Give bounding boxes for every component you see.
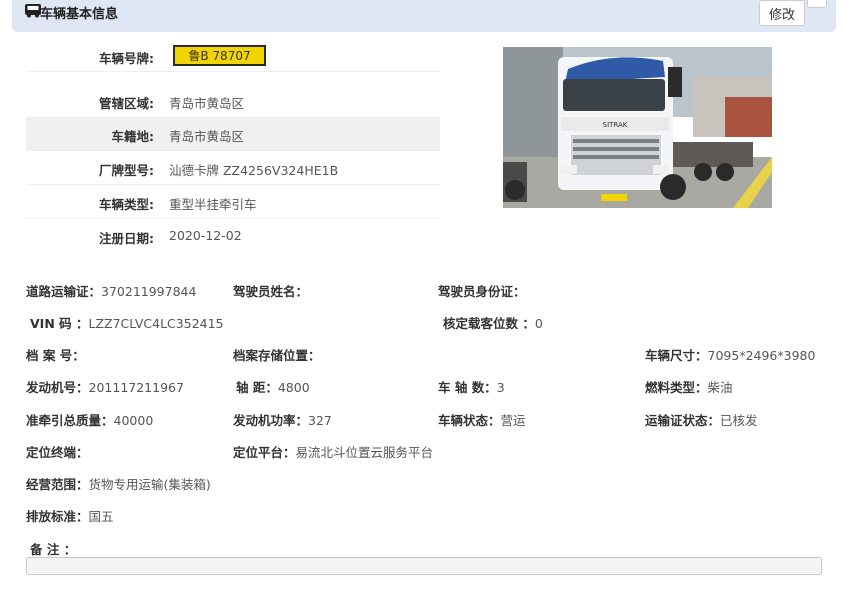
driver-name-field: 驾驶员姓名： bbox=[233, 281, 308, 300]
plate-row: 车辆号牌: 鲁B 78707 bbox=[26, 39, 440, 72]
vehicle-photo: SITRAK bbox=[503, 47, 772, 208]
business-scope-value: 货物专用运输(集装箱) bbox=[88, 477, 211, 492]
edit-button[interactable]: 修改 bbox=[759, 0, 805, 26]
tow-mass-value: 40000 bbox=[113, 413, 154, 428]
fuel-type-field: 燃料类型：柴油 bbox=[645, 377, 733, 396]
emission-label: 排放标准： bbox=[26, 509, 89, 524]
registry-label: 车籍地: bbox=[111, 129, 155, 144]
business-scope-label: 经营范围： bbox=[26, 477, 89, 492]
permit-status-value: 已核发 bbox=[720, 413, 758, 428]
reg-date-value: 2020-12-02 bbox=[169, 228, 242, 243]
axle-count-value: 3 bbox=[496, 380, 505, 395]
wheelbase-field: 轴 距：4800 bbox=[236, 377, 310, 396]
section-title: 车辆基本信息 bbox=[40, 7, 119, 22]
remark-label: 备 注 ： bbox=[30, 542, 77, 557]
archive-location-label: 档案存储位置： bbox=[233, 348, 321, 363]
wheelbase-label: 轴 距： bbox=[236, 380, 278, 395]
gps-platform-field: 定位平台：易流北斗位置云服务平台 bbox=[233, 442, 433, 461]
archive-location-field: 档案存储位置： bbox=[233, 345, 321, 364]
vehicle-status-field: 车辆状态：营运 bbox=[438, 410, 526, 429]
tow-mass-field: 准牵引总质量：40000 bbox=[26, 410, 153, 429]
permit-status-label: 运输证状态： bbox=[645, 413, 721, 428]
vehicle-type-value: 重型半挂牵引车 bbox=[169, 197, 257, 212]
tow-mass-label: 准牵引总质量： bbox=[26, 413, 114, 428]
region-label: 管辖区域: bbox=[99, 96, 154, 111]
registry-value: 青岛市黄岛区 bbox=[169, 129, 245, 144]
extra-button[interactable] bbox=[807, 0, 827, 8]
driver-id-label: 驾驶员身份证： bbox=[438, 284, 526, 299]
engine-power-field: 发动机功率：327 bbox=[233, 410, 332, 429]
photo-brand-text: SITRAK bbox=[603, 121, 628, 129]
axle-count-field: 车 轴 数：3 bbox=[438, 377, 505, 396]
driver-id-field: 驾驶员身份证： bbox=[438, 281, 526, 300]
gps-platform-value: 易流北斗位置云服务平台 bbox=[295, 445, 434, 460]
fuel-type-value: 柴油 bbox=[707, 380, 733, 395]
seats-label: 核定载客位数 ： bbox=[443, 316, 535, 331]
axle-count-label: 车 轴 数： bbox=[438, 380, 497, 395]
emission-field: 排放标准：国五 bbox=[26, 506, 114, 525]
model-value: 汕德卡牌 ZZ4256V324HE1B bbox=[169, 163, 339, 178]
emission-value: 国五 bbox=[88, 509, 114, 524]
model-label: 厂牌型号: bbox=[99, 163, 154, 178]
region-value: 青岛市黄岛区 bbox=[169, 96, 245, 111]
business-scope-field: 经营范围：货物专用运输(集装箱) bbox=[26, 474, 211, 493]
seats-field: 核定载客位数 ：0 bbox=[443, 313, 543, 332]
gps-terminal-field: 定位终端： bbox=[26, 442, 89, 461]
driver-name-label: 驾驶员姓名： bbox=[233, 284, 309, 299]
remark-field: 备 注 ： bbox=[30, 539, 76, 558]
fuel-type-label: 燃料类型： bbox=[645, 380, 708, 395]
road-permit-field: 道路运输证：370211997844 bbox=[26, 281, 196, 300]
engine-power-value: 327 bbox=[308, 413, 332, 428]
road-permit-label: 道路运输证： bbox=[26, 284, 102, 299]
vin-field: VIN 码 ：LZZ7CLVC4LC352415 bbox=[30, 313, 224, 332]
vehicle-type-label: 车辆类型: bbox=[99, 197, 154, 212]
region-row: 管辖区域: 青岛市黄岛区 bbox=[26, 85, 440, 118]
vehicle-status-label: 车辆状态： bbox=[438, 413, 501, 428]
permit-status-field: 运输证状态：已核发 bbox=[645, 410, 758, 429]
vin-label: VIN 码 ： bbox=[30, 316, 89, 331]
wheelbase-value: 4800 bbox=[277, 380, 310, 395]
vin-value: LZZ7CLVC4LC352415 bbox=[88, 316, 224, 331]
engine-power-label: 发动机功率： bbox=[233, 413, 309, 428]
engine-no-field: 发动机号：201117211967 bbox=[26, 377, 184, 396]
reg-date-label: 注册日期: bbox=[99, 231, 154, 246]
vehicle-size-field: 车辆尺寸：7095*2496*3980 bbox=[645, 345, 815, 364]
vehicle-type-row: 车辆类型: 重型半挂牵引车 bbox=[26, 186, 440, 219]
road-permit-value: 370211997844 bbox=[101, 284, 197, 299]
registry-row: 车籍地: 青岛市黄岛区 bbox=[26, 118, 440, 151]
seats-value: 0 bbox=[534, 316, 543, 331]
reg-date-row: 注册日期: 2020-12-02 bbox=[26, 220, 440, 253]
engine-no-label: 发动机号： bbox=[26, 380, 89, 395]
gps-platform-label: 定位平台： bbox=[233, 445, 296, 460]
gps-terminal-label: 定位终端： bbox=[26, 445, 89, 460]
vehicle-status-value: 营运 bbox=[500, 413, 526, 428]
engine-no-value: 201117211967 bbox=[88, 380, 184, 395]
model-row: 厂牌型号: 汕德卡牌 ZZ4256V324HE1B bbox=[26, 152, 440, 185]
section-header: 车辆基本信息 bbox=[12, 0, 836, 32]
vehicle-size-value: 7095*2496*3980 bbox=[707, 348, 816, 363]
remark-textarea[interactable] bbox=[26, 557, 822, 575]
license-plate: 鲁B 78707 bbox=[173, 45, 266, 66]
archive-no-field: 档 案 号： bbox=[26, 345, 85, 364]
vehicle-size-label: 车辆尺寸： bbox=[645, 348, 708, 363]
archive-no-label: 档 案 号： bbox=[26, 348, 85, 363]
plate-label: 车辆号牌: bbox=[99, 51, 154, 66]
